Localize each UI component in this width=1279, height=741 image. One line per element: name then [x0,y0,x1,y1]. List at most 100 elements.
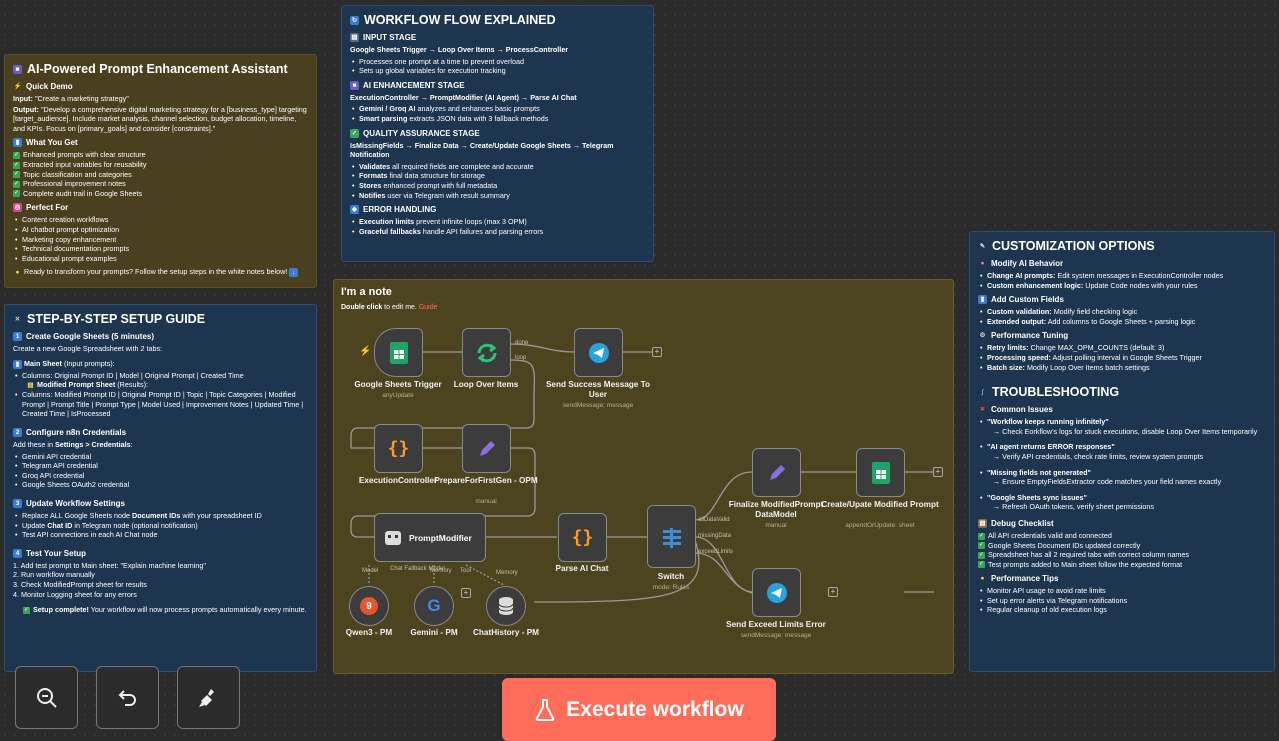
edge-label-exceed: exceedLimits [698,549,734,555]
list-item: ✓ Extracted input variables for reusabili… [13,159,147,169]
note-setup[interactable]: ✕ STEP-BY-STEP SETUP GUIDE 1 Create Google… [4,304,317,672]
note-customization[interactable]: ✎ CUSTOMIZATION OPTIONS ● Modify AI Behavi… [969,231,1275,672]
pencil-icon [769,464,785,480]
stethoscope-icon: ∫ [981,388,984,396]
check-icon: ✓ [13,151,20,159]
node-label: Loop Over Items [453,380,519,389]
list-item: 1. Add test prompt to Main sheet: "Expla… [13,560,206,570]
list-item: Batch size: Modify Loop Over Items batch… [978,363,1266,373]
check-icon: ✓ [978,532,985,540]
list-item: Content creation workflows [13,215,308,225]
node-sub: manual [765,522,787,529]
list-item: 3. Check ModifiedPrompt sheet for result… [13,579,147,589]
wrench-icon: ✎ [979,242,986,250]
add-node-icon[interactable]: + [461,588,471,598]
output-line: Output: "Develop a comprehensive digital… [13,104,307,133]
telegram-icon [766,582,787,603]
clipboard-icon: ▤ [978,518,987,528]
node-loop-over-items[interactable] [462,328,511,377]
edge-label-tool: Tool [460,568,472,574]
list-item: Marketing copy enhancement [13,235,308,245]
add-node-icon[interactable]: + [652,347,662,357]
zoom-out-button[interactable] [15,666,78,729]
for-list: Content creation workflowsAI chatbot pro… [13,215,308,263]
list-item: Extended output: Add columns to Google S… [978,317,1266,327]
list-item: Custom validation: Modify field checking… [978,307,1266,317]
check-icon: ✓ [978,542,985,550]
list-item: Validates all required fields are comple… [350,162,645,172]
cross-icon: ✕ [979,406,986,414]
note-assistant[interactable]: ■ AI-Powered Prompt Enhancement Assistant… [4,54,317,288]
node-gemini[interactable]: G [414,586,454,626]
bulb-icon: ● [15,269,20,277]
issue-item: "Workflow keeps running infinitely"→ Che… [978,417,1266,436]
check-icon: ✓ [350,128,359,138]
execute-workflow-button[interactable]: Execute workflow [502,678,776,741]
pencil-icon [479,440,495,456]
list-item: 4. Monitor Logging sheet for any errors [13,589,137,599]
issue-item: "Missing fields not generated"→ Ensure E… [978,468,1266,487]
issue-item: "AI agent returns ERROR responses"→ Veri… [978,442,1266,461]
list-item: Formats final data structure for storage [350,171,645,181]
note-title: ■ AI-Powered Prompt Enhancement Assistant [13,61,308,77]
node-qwen3[interactable]: 9 [349,586,389,626]
shield-icon: ◆ [350,205,359,215]
robot-icon: ■ [350,80,359,90]
list-item: ✓ Google Sheets Document IDs updated corr… [978,540,1141,550]
list-item: Regular cleanup of old execution logs [978,605,1266,615]
edge-label-missing: missingData [698,533,732,539]
sheets-icon [871,461,890,484]
check-icon: ✓ [978,561,985,569]
list-item: ✓ Complete audit trail in Google Sheets [13,188,143,198]
list-item: 2. Run workflow manually [13,570,95,580]
flask-icon [536,698,555,721]
list-item: Telegram API credential [13,461,308,471]
list-item: ✓ Topic classification and categories [13,169,132,179]
node-prepare-first-gen[interactable] [462,424,511,473]
step-four-icon: 4 [13,548,22,558]
node-switch[interactable] [647,505,696,568]
node-send-exceed-error[interactable] [752,568,801,617]
chart-icon: ▮ [13,359,22,369]
node-parse-ai-chat[interactable]: {} [558,513,607,562]
list-item: Retry limits: Change MAX_OPM_COUNTS (def… [978,343,1266,353]
list-item: AI chatbot prompt optimization [13,225,308,235]
check-icon: ✓ [978,551,985,559]
edge-label-done: done [515,340,529,346]
node-create-update-sheet[interactable] [856,448,905,497]
node-send-success[interactable] [574,328,623,377]
node-label: Finalize ModifiedPrompt DataModel [728,500,824,519]
target-icon: ◎ [13,203,22,213]
issue-item: "Google Sheets sync issues"→ Refresh OAu… [978,493,1266,512]
node-label: PromptModifier [409,532,472,543]
edge-label-model: Model [362,568,379,574]
inbox-icon: ▤ [350,33,359,42]
list-item: ✓ Enhanced prompts with clear structure [13,150,146,160]
gear-icon: ⚙ [979,332,986,340]
list-item: Monitor API usage to avoid rate limits [978,586,1266,596]
node-finalize[interactable] [752,448,801,497]
node-sub: sendMessage: message [740,632,812,639]
node-execution-controller[interactable]: {} [374,424,423,473]
add-node-icon[interactable]: + [828,587,838,597]
code-icon: {} [571,527,594,548]
list-item: Stores enhanced prompt with full metadat… [350,181,645,191]
list-item: ✓ All API credentials valid and connected [978,530,1112,540]
node-prompt-modifier[interactable]: PromptModifier [374,513,486,562]
node-google-sheets-trigger[interactable] [374,328,423,377]
workflow-note[interactable]: I'm a note Double click to edit me. Guid… [333,279,954,674]
tidy-up-button[interactable] [177,666,240,729]
node-chat-history[interactable] [486,586,526,626]
node-label: Switch [657,572,685,581]
list-item: Change AI prompts: Edit system messages … [978,271,1266,281]
telegram-icon [588,342,609,363]
add-node-icon[interactable]: + [933,467,943,477]
undo-button[interactable] [96,666,159,729]
robot-icon [385,530,401,545]
sheets-icon [389,341,408,364]
list-item: Processes one prompt at a time to preven… [350,57,645,67]
note-flow[interactable]: ↻ WORKFLOW FLOW EXPLAINED ▤ INPUT STAGE Go… [341,5,654,262]
edge-label-memory-2: Memory [496,570,518,576]
zoom-out-icon [36,687,57,708]
list-item: Gemini API credential [13,452,308,462]
